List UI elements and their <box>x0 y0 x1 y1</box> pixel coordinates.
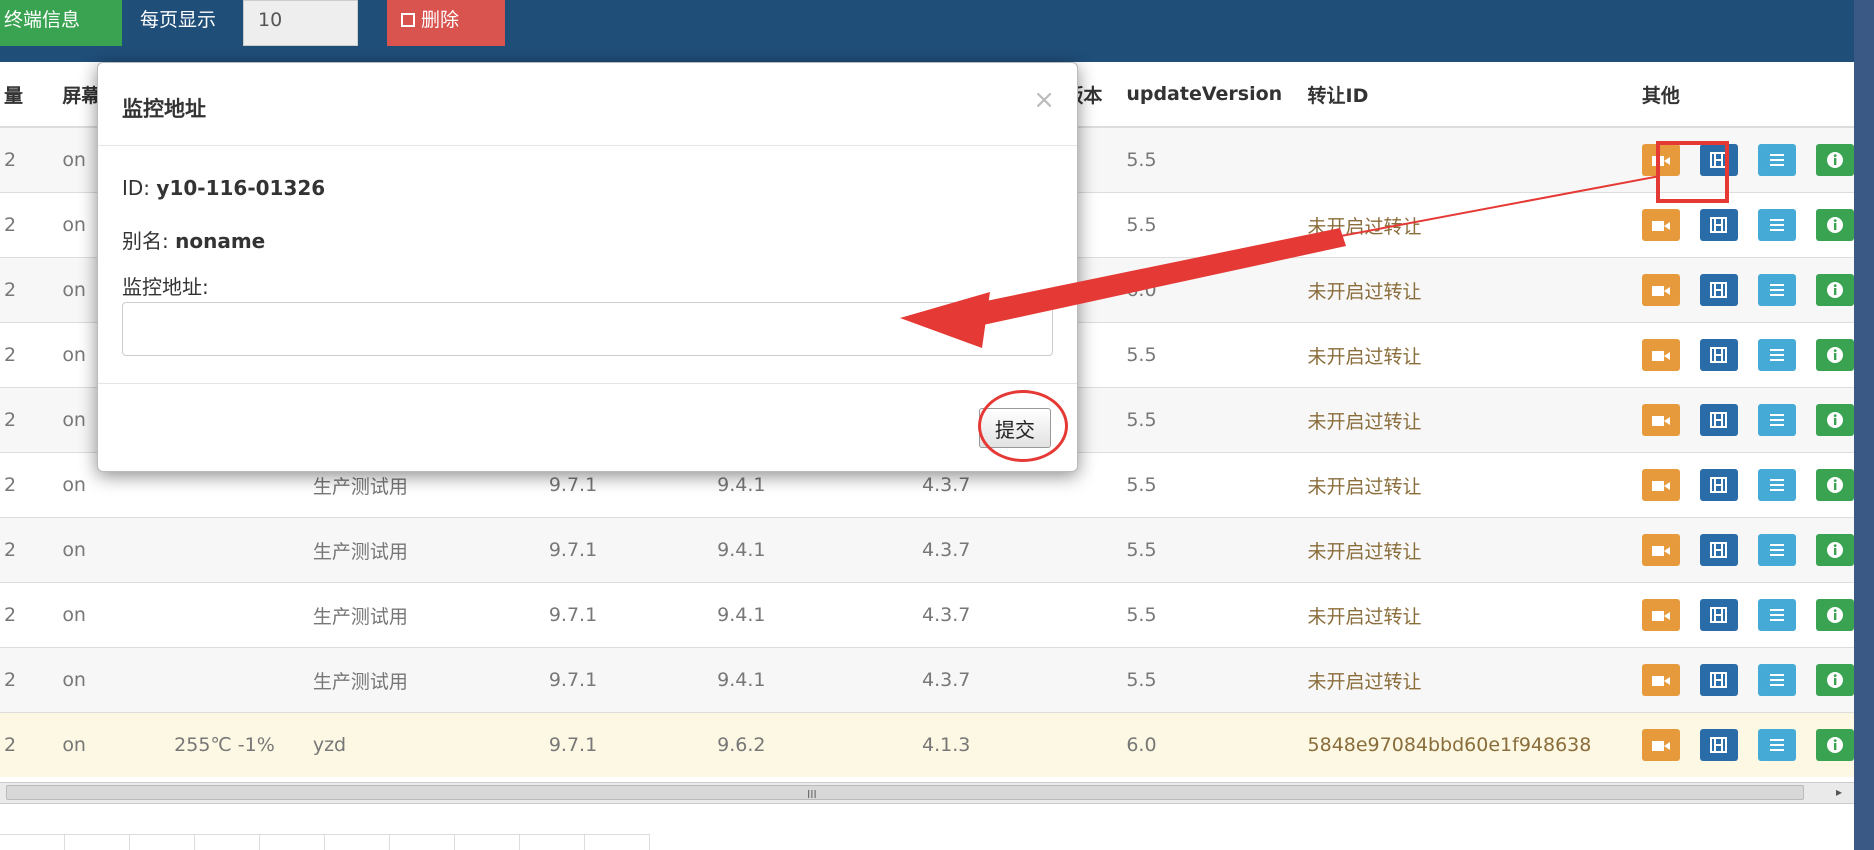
arrow-shaft <box>952 228 1346 330</box>
annotation-red-arrow <box>900 175 1661 348</box>
arrow-head <box>900 292 990 348</box>
